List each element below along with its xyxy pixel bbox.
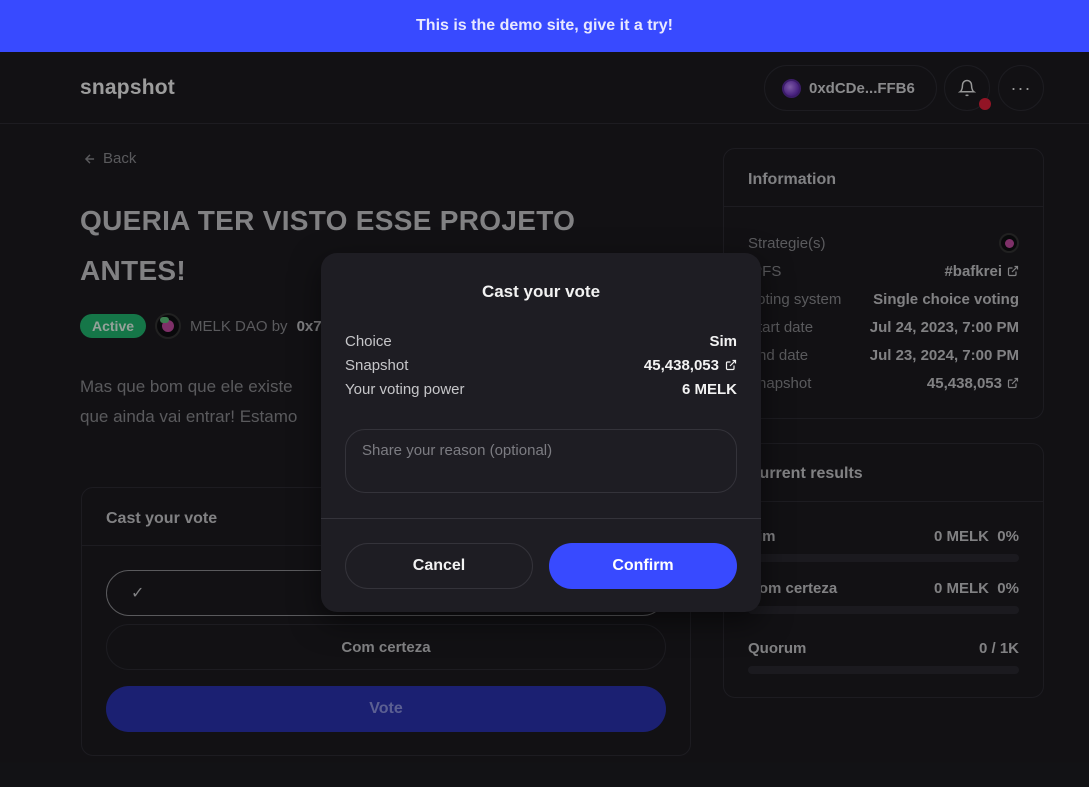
modal-title: Cast your vote	[481, 282, 601, 301]
confirm-button[interactable]: Confirm	[549, 543, 737, 589]
modal-row-snapshot: Snapshot 45,438,053	[345, 355, 737, 375]
modal-row-choice: Choice Sim	[345, 331, 737, 351]
modal-row-value: 45,438,053	[643, 356, 719, 374]
demo-banner-text: This is the demo site, give it a try!	[416, 17, 673, 34]
modal-row-label: Snapshot	[345, 356, 409, 374]
reason-input[interactable]	[345, 429, 737, 493]
modal-row-label: Your voting power	[345, 380, 465, 398]
cancel-button[interactable]: Cancel	[345, 543, 533, 589]
modal-row-label: Choice	[345, 332, 392, 350]
cast-vote-modal: Cast your vote Choice Sim Snapshot 45,43…	[321, 253, 761, 612]
modal-row-voting-power: Your voting power 6 MELK	[345, 379, 737, 399]
external-link-icon	[725, 359, 737, 371]
modal-divider	[321, 518, 761, 519]
demo-banner: This is the demo site, give it a try!	[0, 0, 1089, 52]
modal-row-value: 6 MELK	[681, 380, 737, 398]
modal-snapshot-link[interactable]: 45,438,053	[644, 357, 737, 374]
modal-row-value: Sim	[709, 332, 737, 350]
